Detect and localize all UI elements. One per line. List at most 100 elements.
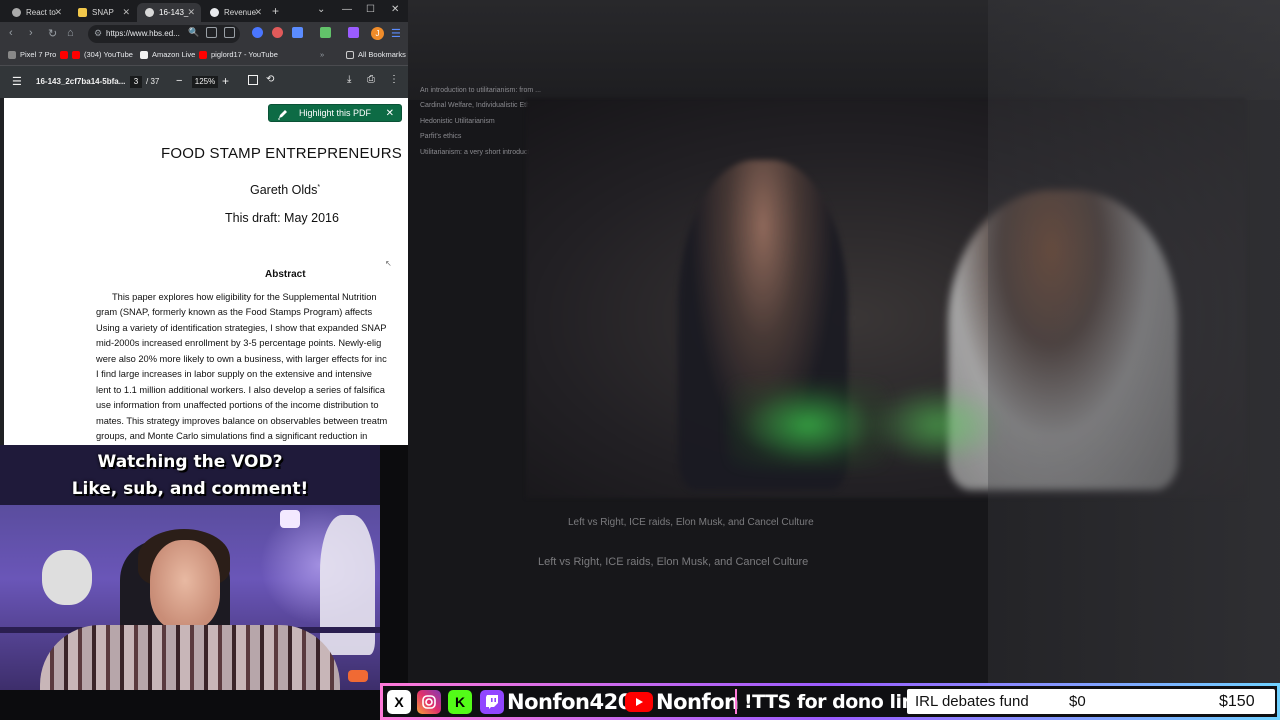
bookmark-icon[interactable]	[224, 27, 235, 38]
pdf-toolbar: ☰ 16-143_2cf7ba14-5bfa... 3 / 37 − 125% …	[0, 66, 408, 98]
highlight-pdf-label: Highlight this PDF	[299, 108, 372, 118]
all-bookmarks[interactable]: All Bookmarks	[346, 50, 406, 59]
streamer-face	[150, 540, 220, 630]
tab-favicon-icon	[210, 8, 219, 17]
tab-search-icon[interactable]: ⌄	[317, 4, 325, 15]
pdf-filename: 16-143_2cf7ba14-5bfa...	[36, 77, 126, 86]
sidebar-menu-icon[interactable]: ☰	[12, 75, 22, 88]
close-window-icon[interactable]: ✕	[391, 4, 399, 15]
costume-figure	[320, 515, 375, 655]
zoom-in-icon[interactable]: +	[222, 74, 229, 88]
bookmark-youtube[interactable]: (304) YouTube	[60, 50, 133, 59]
fit-page-icon[interactable]	[248, 75, 258, 85]
profile-avatar[interactable]: J	[371, 27, 384, 40]
zoom-level-input[interactable]: 125%	[192, 76, 218, 88]
tab-favicon-icon	[12, 8, 21, 17]
tab-revenue[interactable]: Revenue ✕	[202, 3, 268, 22]
video-green-light	[728, 380, 888, 470]
share-icon[interactable]	[206, 27, 217, 38]
address-bar[interactable]: ⚙ https://www.hbs.ed...	[88, 25, 240, 43]
youtube-icon	[72, 50, 80, 59]
zoom-icon[interactable]: 🔍	[188, 27, 199, 38]
screen: { "browser": { "tabs": [ {"label": "Reac…	[0, 0, 1280, 720]
rotate-icon[interactable]: ⟲	[266, 74, 274, 85]
bookmark-label: Amazon Live	[152, 50, 196, 59]
more-options-icon[interactable]: ⋮	[389, 74, 399, 85]
twitch-social: Nonfon420	[480, 688, 632, 715]
ghost-list-row: Utilitarianism: a very short introductio…	[420, 149, 539, 156]
fund-label: IRL debates fund	[915, 693, 1029, 710]
close-tab-icon[interactable]: ✕	[122, 7, 130, 18]
tab-snap[interactable]: SNAP ✕	[70, 3, 136, 22]
caption-line: Watching the VOD?	[97, 452, 283, 472]
ghost-side-panel	[988, 0, 1280, 690]
url-text: https://www.hbs.ed...	[106, 29, 180, 38]
site-info-icon[interactable]: ⚙	[94, 28, 102, 39]
mouse-cursor-icon: ↖	[385, 259, 392, 268]
abstract-heading: Abstract	[265, 269, 306, 280]
tab-react[interactable]: React to ✕	[4, 3, 68, 22]
ghost-list-row: An introduction to utilitarianism: from …	[420, 87, 541, 94]
menu-icon[interactable]: ☰	[391, 27, 401, 40]
extension-icon[interactable]	[348, 27, 359, 38]
instagram-icon	[417, 689, 441, 714]
extension-icon[interactable]	[252, 27, 263, 38]
browser-window: React to ✕ SNAP ✕ 16-143_ ✕ Revenue ✕ + …	[0, 0, 408, 445]
paper-author: Gareth Olds*	[250, 183, 320, 197]
video-green-light	[878, 390, 998, 460]
youtube-social: Nonfon	[625, 688, 739, 715]
webcam-overlay: Watching the VOD? Like, sub, and comment…	[0, 445, 380, 690]
home-icon[interactable]: ⌂	[67, 27, 74, 39]
lamp	[280, 510, 300, 528]
zoom-out-icon[interactable]: −	[176, 75, 182, 87]
twitch-icon	[480, 689, 504, 714]
back-icon[interactable]: ‹	[9, 27, 13, 39]
tab-label: Revenue	[224, 8, 257, 17]
new-tab-icon[interactable]: +	[272, 4, 279, 18]
tab-label: React to	[26, 8, 56, 17]
print-icon[interactable]: ⎙	[367, 74, 375, 85]
youtube-handle: Nonfon	[656, 689, 739, 714]
close-tab-icon[interactable]: ✕	[187, 7, 195, 18]
tab-bar: React to ✕ SNAP ✕ 16-143_ ✕ Revenue ✕ + …	[0, 0, 408, 22]
download-icon[interactable]: ⤓	[347, 74, 351, 85]
reload-icon[interactable]: ↻	[48, 27, 57, 40]
extension-icon[interactable]	[272, 27, 283, 38]
abstract-line: This paper explores how eligibility for …	[112, 292, 377, 302]
more-bookmarks-icon[interactable]: »	[320, 50, 324, 59]
bookmark-favicon-icon	[8, 50, 16, 59]
bookmark-amazon[interactable]: Amazon Live	[140, 50, 195, 59]
highlight-pdf-button[interactable]: Highlight this PDF ✕	[268, 104, 402, 122]
bookmark-piglord[interactable]: piglord17 - YouTube	[199, 50, 278, 59]
kick-social: K	[448, 688, 472, 715]
bookmark-label: Pixel 7 Pro	[20, 50, 57, 59]
bookmark-label: (304) YouTube	[84, 50, 133, 59]
youtube-icon	[199, 50, 207, 59]
paper-draft-date: This draft: May 2016	[225, 211, 339, 225]
close-icon[interactable]: ✕	[386, 108, 394, 119]
close-tab-icon[interactable]: ✕	[254, 7, 262, 18]
x-logo-icon: X	[387, 689, 411, 714]
paper-title: FOOD STAMP ENTREPRENEURS	[161, 145, 402, 162]
tts-info: !TTS for dono link	[741, 688, 927, 715]
bookmark-label: All Bookmarks	[358, 50, 406, 59]
tts-text: !TTS for dono link	[744, 690, 927, 713]
bookmark-pixel[interactable]: Pixel 7 Pro	[8, 50, 56, 59]
maximize-icon[interactable]: ☐	[366, 4, 375, 15]
ghost-video-title: Left vs Right, ICE raids, Elon Musk, and…	[538, 556, 809, 568]
fund-goal: $150	[1219, 693, 1255, 710]
page-number-input[interactable]: 3	[130, 76, 142, 88]
background-video-overlay: An introduction to utilitarianism: from …	[408, 0, 1280, 690]
streamer-shirt	[40, 625, 340, 690]
abstract-line: mid-2000s increased enrollment by 3-5 pe…	[96, 338, 382, 348]
forward-icon[interactable]: ›	[29, 27, 33, 39]
close-tab-icon[interactable]: ✕	[54, 7, 62, 18]
browser-toolbar: ‹ › ↻ ⌂ ⚙ https://www.hbs.ed... 🔍 J ☰	[0, 22, 408, 46]
extension-icon[interactable]	[320, 27, 331, 38]
extension-icon[interactable]	[292, 27, 303, 38]
tab-pdf[interactable]: 16-143_ ✕	[137, 3, 201, 22]
ghost-list-row: Hedonistic Utilitarianism	[420, 118, 495, 125]
twitch-handle: Nonfon420	[507, 689, 632, 714]
instagram-social	[417, 688, 441, 715]
minimize-icon[interactable]: —	[342, 4, 352, 15]
